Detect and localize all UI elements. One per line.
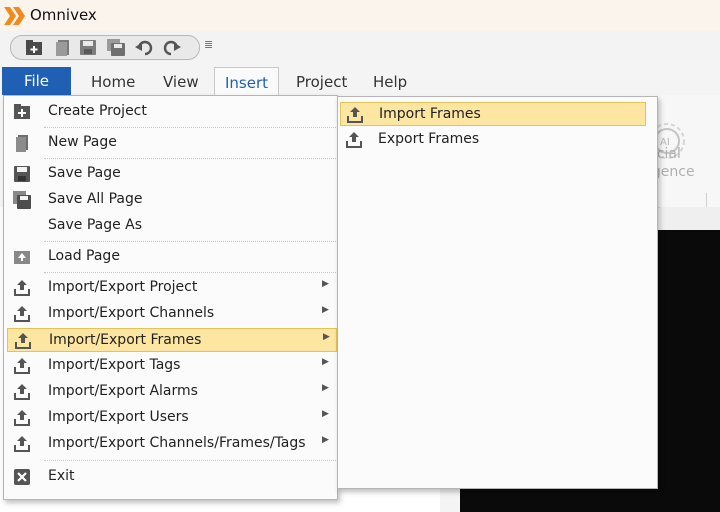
- submenu-arrow-icon: ▶: [322, 409, 329, 419]
- upload-icon: [14, 436, 30, 452]
- submenu-item-label: Export Frames: [378, 131, 480, 147]
- menu-item-label: Import/Export Channels/Frames/Tags: [48, 435, 306, 451]
- menu-item-label: Create Project: [48, 103, 147, 119]
- menu-divider: [44, 127, 336, 128]
- tab-home[interactable]: Home: [91, 73, 135, 91]
- tab-file[interactable]: File: [2, 67, 71, 96]
- menu-item-label: Load Page: [48, 248, 120, 264]
- menu-item-import-export-frames[interactable]: Import/Export Frames ▶: [7, 328, 337, 352]
- upload-icon: [14, 306, 30, 322]
- new-page-icon[interactable]: [54, 39, 72, 56]
- ribbon-tab-bar: File Home View Insert Project Help: [0, 61, 720, 96]
- menu-item-import-export-project[interactable]: Import/Export Project ▶: [7, 276, 337, 300]
- menu-item-label: Save All Page: [48, 191, 143, 207]
- menu-item-exit[interactable]: Exit: [7, 465, 337, 489]
- quick-access-toolbar: ≣: [0, 31, 720, 61]
- menu-item-import-export-channels[interactable]: Import/Export Channels ▶: [7, 302, 337, 326]
- menu-item-import-export-tags[interactable]: Import/Export Tags ▶: [7, 354, 337, 378]
- menu-item-import-export-users[interactable]: Import/Export Users ▶: [7, 406, 337, 430]
- quick-access-group: [10, 35, 200, 60]
- create-project-icon[interactable]: [25, 39, 43, 56]
- menu-item-label: Exit: [48, 468, 75, 484]
- submenu-arrow-icon: ▶: [323, 332, 330, 342]
- upload-icon: [15, 333, 31, 349]
- tab-insert[interactable]: Insert: [214, 67, 279, 96]
- undo-icon[interactable]: [135, 39, 153, 56]
- exit-icon: [14, 469, 30, 485]
- upload-icon: [347, 107, 363, 123]
- workspace-header-strip: [660, 207, 720, 230]
- menu-divider: [44, 158, 336, 159]
- upload-icon: [14, 358, 30, 374]
- save-all-icon: [13, 191, 31, 209]
- upload-icon: [14, 280, 30, 296]
- menu-divider: [44, 272, 336, 273]
- save-icon[interactable]: [79, 39, 97, 56]
- submenu-item-import-frames[interactable]: Import Frames: [340, 102, 646, 126]
- menu-item-label: Import/Export Alarms: [48, 383, 198, 399]
- upload-icon: [14, 410, 30, 426]
- tab-view[interactable]: View: [163, 73, 199, 91]
- menu-item-save-page[interactable]: Save Page: [7, 162, 337, 186]
- menu-item-import-export-alarms[interactable]: Import/Export Alarms ▶: [7, 380, 337, 404]
- redo-icon[interactable]: [163, 39, 181, 56]
- title-bar: Omnivex: [0, 0, 720, 31]
- menu-item-label: New Page: [48, 134, 117, 150]
- app-title: Omnivex: [30, 6, 97, 24]
- menu-item-label: Save Page: [48, 165, 121, 181]
- menu-item-label: Import/Export Users: [48, 409, 189, 425]
- menu-item-load-page[interactable]: Load Page: [7, 245, 337, 269]
- menu-item-label: Import/Export Project: [48, 279, 198, 295]
- save-icon: [14, 166, 30, 182]
- menu-item-import-export-channels-frames-tags[interactable]: Import/Export Channels/Frames/Tags ▶: [7, 432, 337, 456]
- menu-item-label: Import/Export Frames: [49, 332, 202, 348]
- menu-item-save-all-page[interactable]: Save All Page: [7, 188, 337, 212]
- import-export-frames-submenu: Import Frames Export Frames: [337, 96, 658, 489]
- save-all-icon[interactable]: [107, 39, 125, 56]
- upload-icon: [14, 384, 30, 400]
- menu-item-label: Save Page As: [48, 217, 143, 233]
- file-menu: Create Project New Page Save Page Save A…: [3, 95, 338, 500]
- tab-project[interactable]: Project: [296, 73, 347, 91]
- create-project-icon: [14, 104, 30, 119]
- menu-divider: [44, 460, 336, 461]
- menu-item-save-page-as[interactable]: Save Page As: [7, 214, 337, 238]
- upload-icon: [346, 132, 362, 148]
- customize-toolbar-icon[interactable]: ≣: [204, 38, 213, 51]
- menu-item-new-page[interactable]: New Page: [7, 131, 337, 155]
- new-page-icon: [16, 135, 28, 152]
- submenu-arrow-icon: ▶: [322, 383, 329, 393]
- submenu-arrow-icon: ▶: [322, 305, 329, 315]
- submenu-arrow-icon: ▶: [322, 357, 329, 367]
- app-logo-icon: [4, 7, 25, 25]
- submenu-arrow-icon: ▶: [322, 279, 329, 289]
- submenu-arrow-icon: ▶: [322, 435, 329, 445]
- submenu-item-export-frames[interactable]: Export Frames: [340, 128, 646, 152]
- menu-item-create-project[interactable]: Create Project: [7, 100, 337, 124]
- menu-divider: [44, 241, 336, 242]
- submenu-item-label: Import Frames: [379, 106, 481, 122]
- load-page-icon: [14, 251, 30, 264]
- menu-item-label: Import/Export Tags: [48, 357, 181, 373]
- tab-help[interactable]: Help: [373, 73, 407, 91]
- menu-item-label: Import/Export Channels: [48, 305, 215, 321]
